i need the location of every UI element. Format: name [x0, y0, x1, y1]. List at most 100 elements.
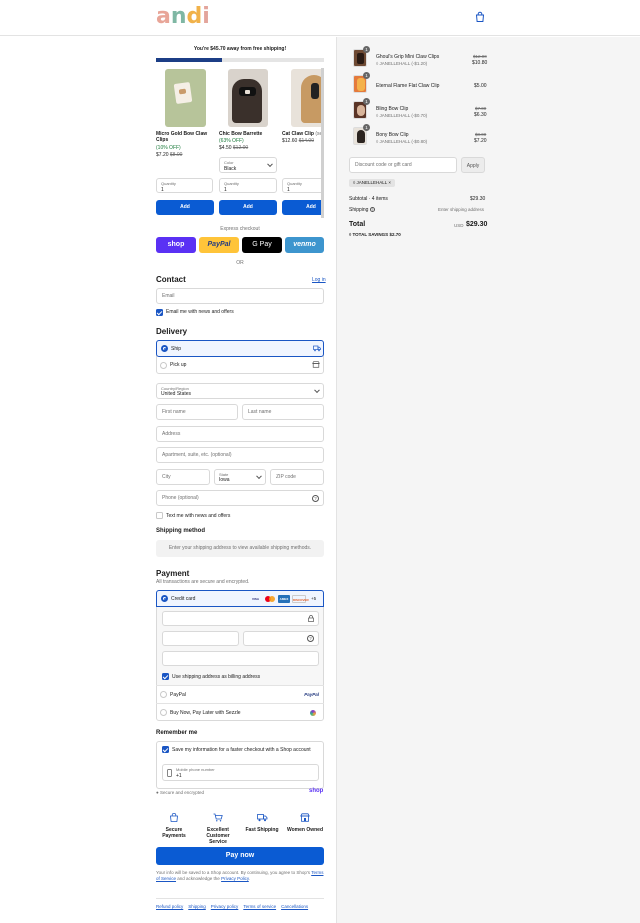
total-label: Total: [349, 221, 366, 228]
quantity-value: 1: [224, 187, 227, 193]
amex-icon: AMEX: [278, 595, 290, 603]
last-name-field[interactable]: Last name: [242, 404, 324, 420]
email-news-checkbox[interactable]: [156, 309, 163, 316]
mobile-phone-field[interactable]: Mobile phone number +1: [162, 764, 319, 781]
quantity-field[interactable]: Quantity 1: [282, 178, 324, 193]
name-on-card-field[interactable]: [162, 651, 319, 666]
payment-option-sezzle[interactable]: Buy Now, Pay Later with Sezzle: [156, 703, 324, 721]
secure-encrypted-note: ● Secure and encrypted: [156, 790, 205, 795]
terms-of-service-footer-link[interactable]: Terms of service: [243, 904, 276, 910]
privacy-policy-footer-link[interactable]: Privacy policy: [211, 904, 239, 910]
shipping-value: Enter shipping address: [438, 207, 485, 212]
item-original-price: $7.00: [475, 106, 487, 111]
shipping-method-title: Shipping method: [156, 528, 205, 534]
checkout-main: You're $45.70 away from free shipping! M…: [0, 37, 336, 923]
product-price: $12.60: [282, 138, 298, 144]
state-value: Iowa: [219, 477, 230, 483]
help-icon[interactable]: ?: [369, 207, 375, 212]
country-value: United States: [161, 391, 192, 397]
help-icon[interactable]: ?: [307, 635, 314, 642]
store-icon: [312, 361, 320, 368]
apply-discount-button[interactable]: Apply: [461, 157, 485, 173]
billing-same-checkbox[interactable]: [162, 673, 169, 680]
zip-field[interactable]: ZIP code: [270, 469, 324, 485]
expiration-date-field[interactable]: [162, 631, 239, 646]
shipping-link[interactable]: Shipping: [188, 904, 206, 910]
pickup-radio[interactable]: [160, 362, 167, 369]
privacy-policy-link[interactable]: Privacy Policy: [221, 876, 249, 881]
product-name[interactable]: Cat Claw Clip (sel: [282, 131, 324, 137]
lock-icon: ●: [156, 790, 159, 795]
remove-code-icon[interactable]: ×: [388, 180, 391, 185]
payment-option-paypal[interactable]: PayPal PayPal: [156, 685, 324, 703]
sezzle-icon: [310, 710, 316, 716]
first-name-field[interactable]: First name: [156, 404, 238, 420]
quantity-field[interactable]: Quantity 1: [219, 178, 277, 193]
mobile-phone-value: +1: [176, 773, 182, 779]
chevron-down-icon: [314, 387, 320, 394]
paypal-button[interactable]: PayPal: [199, 237, 239, 253]
discount-code-field[interactable]: Discount code or gift card: [349, 157, 457, 173]
email-field[interactable]: Email: [156, 288, 324, 304]
quantity-badge: 1: [363, 98, 370, 105]
sezzle-radio[interactable]: [160, 709, 167, 716]
ship-radio[interactable]: [161, 345, 168, 352]
quantity-field[interactable]: Quantity 1: [156, 178, 213, 193]
city-field[interactable]: City: [156, 469, 210, 485]
lock-bag-icon: [170, 812, 178, 822]
product-image[interactable]: [291, 69, 324, 127]
add-to-cart-button[interactable]: Add: [282, 200, 324, 215]
add-to-cart-button[interactable]: Add: [156, 200, 214, 215]
product-name[interactable]: Chic Bow Barrette: [219, 131, 276, 137]
tag-icon: ◊: [376, 139, 379, 144]
color-select[interactable]: Color Black: [219, 157, 277, 173]
state-select[interactable]: State Iowa: [214, 469, 266, 485]
add-to-cart-button[interactable]: Add: [219, 200, 277, 215]
credit-card-radio[interactable]: [161, 595, 168, 602]
shop-pay-button[interactable]: shop: [156, 237, 196, 253]
feature-fast-shipping: Fast Shipping: [244, 809, 280, 833]
product-price-row: $4.50 $12.00: [219, 145, 248, 151]
google-pay-button[interactable]: G Pay: [242, 237, 282, 253]
mobile-phone-icon: [167, 769, 172, 777]
product-name[interactable]: Micro Gold Bow Claw Clips: [156, 131, 213, 143]
help-icon[interactable]: ?: [312, 495, 319, 502]
shipping-method-message: Enter your shipping address to view avai…: [156, 540, 324, 557]
feature-secure-payments: Secure Payments: [156, 809, 192, 839]
savings-tag-icon: ◊: [349, 232, 352, 237]
cancellations-link[interactable]: Cancellations: [281, 904, 308, 910]
brand-logo[interactable]: a n d i: [156, 6, 210, 28]
payment-option-credit-card[interactable]: Credit card VISA AMEX DISCOVER +5: [156, 590, 324, 607]
carousel-scrollbar[interactable]: [321, 68, 324, 218]
tag-icon: ◊: [353, 180, 356, 185]
country-select[interactable]: Country/Region United States: [156, 383, 324, 399]
shop-legal-text: Your info will be saved to a Shop accoun…: [156, 870, 324, 881]
text-news-checkbox[interactable]: [156, 512, 163, 519]
save-info-checkbox[interactable]: [162, 746, 169, 753]
item-price: $6.30: [474, 112, 487, 118]
product-image[interactable]: [165, 69, 206, 127]
login-link[interactable]: Log in: [312, 277, 326, 283]
color-value: Black: [224, 166, 237, 172]
refund-policy-link[interactable]: Refund policy: [156, 904, 183, 910]
paypal-radio[interactable]: [160, 691, 167, 698]
venmo-button[interactable]: venmo: [285, 237, 324, 253]
product-image[interactable]: [228, 69, 268, 127]
shopping-cart-icon: [213, 813, 223, 822]
apartment-field[interactable]: Apartment, suite, etc. (optional): [156, 447, 324, 463]
shopping-bag-icon[interactable]: [474, 11, 486, 23]
color-label: Color: [224, 160, 234, 165]
address-field[interactable]: Address: [156, 426, 324, 442]
phone-field[interactable]: Phone (optional) ?: [156, 490, 324, 506]
pay-now-button[interactable]: Pay now: [156, 847, 324, 865]
save-info-label: Save my information for a faster checkou…: [172, 747, 311, 753]
billing-same-label: Use shipping address as billing address: [172, 674, 261, 680]
security-code-field[interactable]: ?: [243, 631, 319, 646]
card-number-field[interactable]: [162, 611, 319, 626]
quantity-badge: 1: [363, 124, 370, 131]
quantity-badge: 1: [363, 46, 370, 53]
mobile-phone-label: Mobile phone number: [176, 767, 215, 772]
delivery-option-pickup[interactable]: Pick up: [156, 357, 324, 374]
delivery-option-ship[interactable]: Ship: [156, 340, 324, 357]
free-shipping-text: You're $45.70 away from free shipping!: [193, 46, 287, 52]
